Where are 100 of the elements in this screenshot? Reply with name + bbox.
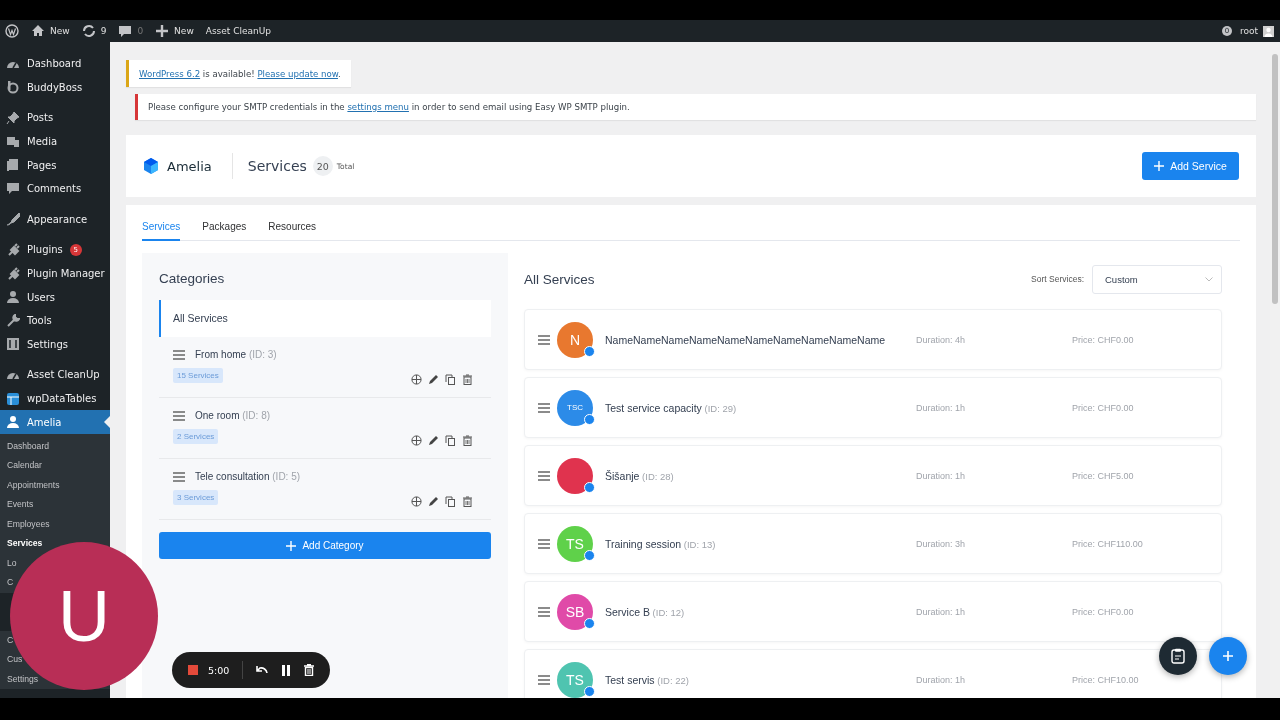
copy-icon[interactable] (445, 496, 456, 507)
menu-item[interactable]: BuddyBoss (0, 75, 110, 100)
menu-item[interactable]: Pages (0, 153, 110, 177)
service-row[interactable]: N NameNameNameNameNameNameNameNameNameName Duration: 4h Price: CHF0.00 (524, 309, 1222, 370)
drag-handle-icon[interactable] (538, 538, 550, 549)
comments-link[interactable]: 0 (118, 24, 144, 38)
menu-item[interactable]: Media (0, 129, 110, 154)
admin-bar-link[interactable]: Asset CleanUp (205, 26, 272, 36)
wordpress-logo-icon[interactable] (5, 24, 19, 38)
drag-handle-icon[interactable] (538, 674, 550, 685)
service-row[interactable]: SB Service B (ID: 12) Duration: 1h Price: CHF0.00 (524, 581, 1222, 642)
service-avatar: TS (557, 661, 593, 698)
trash-icon[interactable] (462, 374, 473, 385)
menu-item[interactable]: Appearance (0, 207, 110, 232)
submenu-item[interactable]: Calendar (7, 456, 42, 476)
drag-handle-icon[interactable] (173, 410, 185, 421)
category-row[interactable]: One room (ID: 8) 2 Services (159, 398, 491, 459)
menu-item[interactable]: Comments (0, 176, 110, 201)
copy-icon[interactable] (445, 374, 456, 385)
wrench-icon (6, 313, 20, 328)
service-row[interactable]: TS Training session (ID: 13) Duration: 3h Price: CHF110.00 (524, 513, 1222, 574)
plus-icon (1223, 651, 1233, 661)
updates-link[interactable]: 9 (81, 24, 107, 38)
drag-handle-icon[interactable] (173, 349, 185, 360)
new-link[interactable]: New (155, 24, 194, 38)
menu-item[interactable]: Settings (0, 332, 110, 357)
pause-icon[interactable] (281, 664, 292, 676)
notice-link[interactable]: WordPress 6.2 (139, 68, 201, 79)
trash-icon[interactable] (462, 435, 473, 446)
globe-icon[interactable] (411, 435, 422, 446)
copy-icon[interactable] (445, 435, 456, 446)
plus-icon (1154, 161, 1165, 171)
service-avatar: N (557, 321, 593, 358)
notice-link[interactable]: settings menu (347, 102, 409, 112)
menu-item[interactable]: wpDataTables (0, 386, 110, 411)
undo-icon[interactable] (256, 665, 269, 675)
add-category-button[interactable]: Add Category (159, 532, 491, 559)
category-name: One room (ID: 8) (195, 410, 271, 421)
submenu-item[interactable]: Employees (7, 514, 50, 535)
drag-handle-icon[interactable] (538, 470, 550, 481)
trash-icon[interactable] (304, 664, 315, 676)
recording-timer: 5:00 (208, 664, 230, 676)
pencil-icon[interactable] (428, 496, 439, 507)
home-link[interactable]: New (31, 24, 70, 38)
menu-item[interactable]: Amelia (0, 410, 110, 434)
add-service-button[interactable]: Add Service (1142, 152, 1239, 180)
category-row[interactable]: Tele consultation (ID: 5) 3 Services (159, 459, 491, 520)
status-dot (584, 617, 595, 629)
avatar-icon (1263, 25, 1274, 37)
menu-item[interactable]: Posts (0, 106, 110, 130)
pencil-icon[interactable] (428, 435, 439, 446)
tab[interactable]: Services (142, 221, 181, 241)
menu-item[interactable]: Tools (0, 308, 110, 333)
plug-icon (6, 242, 20, 257)
service-avatar: TSC (557, 389, 593, 426)
drag-handle-icon[interactable] (173, 471, 185, 482)
drag-handle-icon[interactable] (538, 606, 550, 617)
services-count-tag: 3 Services (173, 490, 219, 505)
tab[interactable]: Resources (268, 221, 317, 241)
speech-bubble-icon (6, 181, 20, 196)
duration-text: Duration: 1h (916, 606, 967, 617)
chevron-down-icon (1205, 276, 1213, 282)
amelia-logo-icon (142, 157, 160, 175)
person-icon (6, 415, 20, 430)
panel-title: All Services (524, 271, 595, 287)
service-name: NameNameNameNameNameNameNameNameNameName (605, 333, 887, 346)
notice-link[interactable]: Please update now (257, 68, 338, 79)
service-name: Test servis (ID: 22) (605, 673, 690, 686)
speech-bubble-icon (118, 24, 133, 38)
service-row[interactable]: TS Test servis (ID: 22) Duration: 1h Price: CHF10.00 (524, 649, 1222, 698)
services-count-tag: 15 Services (173, 368, 223, 383)
tab[interactable]: Packages (202, 221, 247, 241)
submenu-item[interactable]: Events (7, 495, 34, 515)
submenu-item[interactable]: Appointments (7, 475, 60, 496)
price-text: Price: CHF0.00 (1072, 402, 1134, 413)
service-row[interactable]: Šišanje (ID: 28) Duration: 1h Price: CHF5.00 (524, 445, 1222, 506)
drag-handle-icon[interactable] (538, 402, 550, 413)
brand-name: Amelia (167, 158, 212, 174)
globe-icon[interactable] (411, 374, 422, 385)
user-menu[interactable]: root (1239, 25, 1274, 37)
service-row[interactable]: TSC Test service capacity (ID: 29) Duration: 1h Price: CHF0.00 (524, 377, 1222, 438)
category-row[interactable]: From home (ID: 3) 15 Services (159, 337, 491, 398)
menu-item[interactable]: Users (0, 285, 110, 309)
trash-icon[interactable] (462, 496, 473, 507)
notice-text: Please configure your SMTP credentials in the settings menu in order to send email using Easy WP SMTP plugin. (148, 102, 630, 112)
globe-icon[interactable] (411, 496, 422, 507)
category-item[interactable]: All Services (159, 300, 491, 337)
price-text: Price: CHF0.00 (1072, 334, 1134, 345)
pencil-icon[interactable] (428, 374, 439, 385)
menu-item[interactable]: Asset CleanUp (0, 363, 110, 387)
status-dot (584, 549, 595, 561)
status-dot (584, 685, 595, 697)
price-text: Price: CHF110.00 (1072, 538, 1143, 549)
submenu-item[interactable]: Dashboard (7, 436, 50, 457)
sort-dropdown[interactable]: Custom (1092, 264, 1222, 294)
price-text: Price: CHF5.00 (1072, 470, 1134, 481)
menu-item[interactable]: Dashboard (0, 52, 110, 76)
drag-handle-icon[interactable] (538, 334, 550, 345)
price-text: Price: CHF0.00 (1072, 606, 1134, 617)
menu-item[interactable]: Plugin Manager (0, 261, 110, 286)
